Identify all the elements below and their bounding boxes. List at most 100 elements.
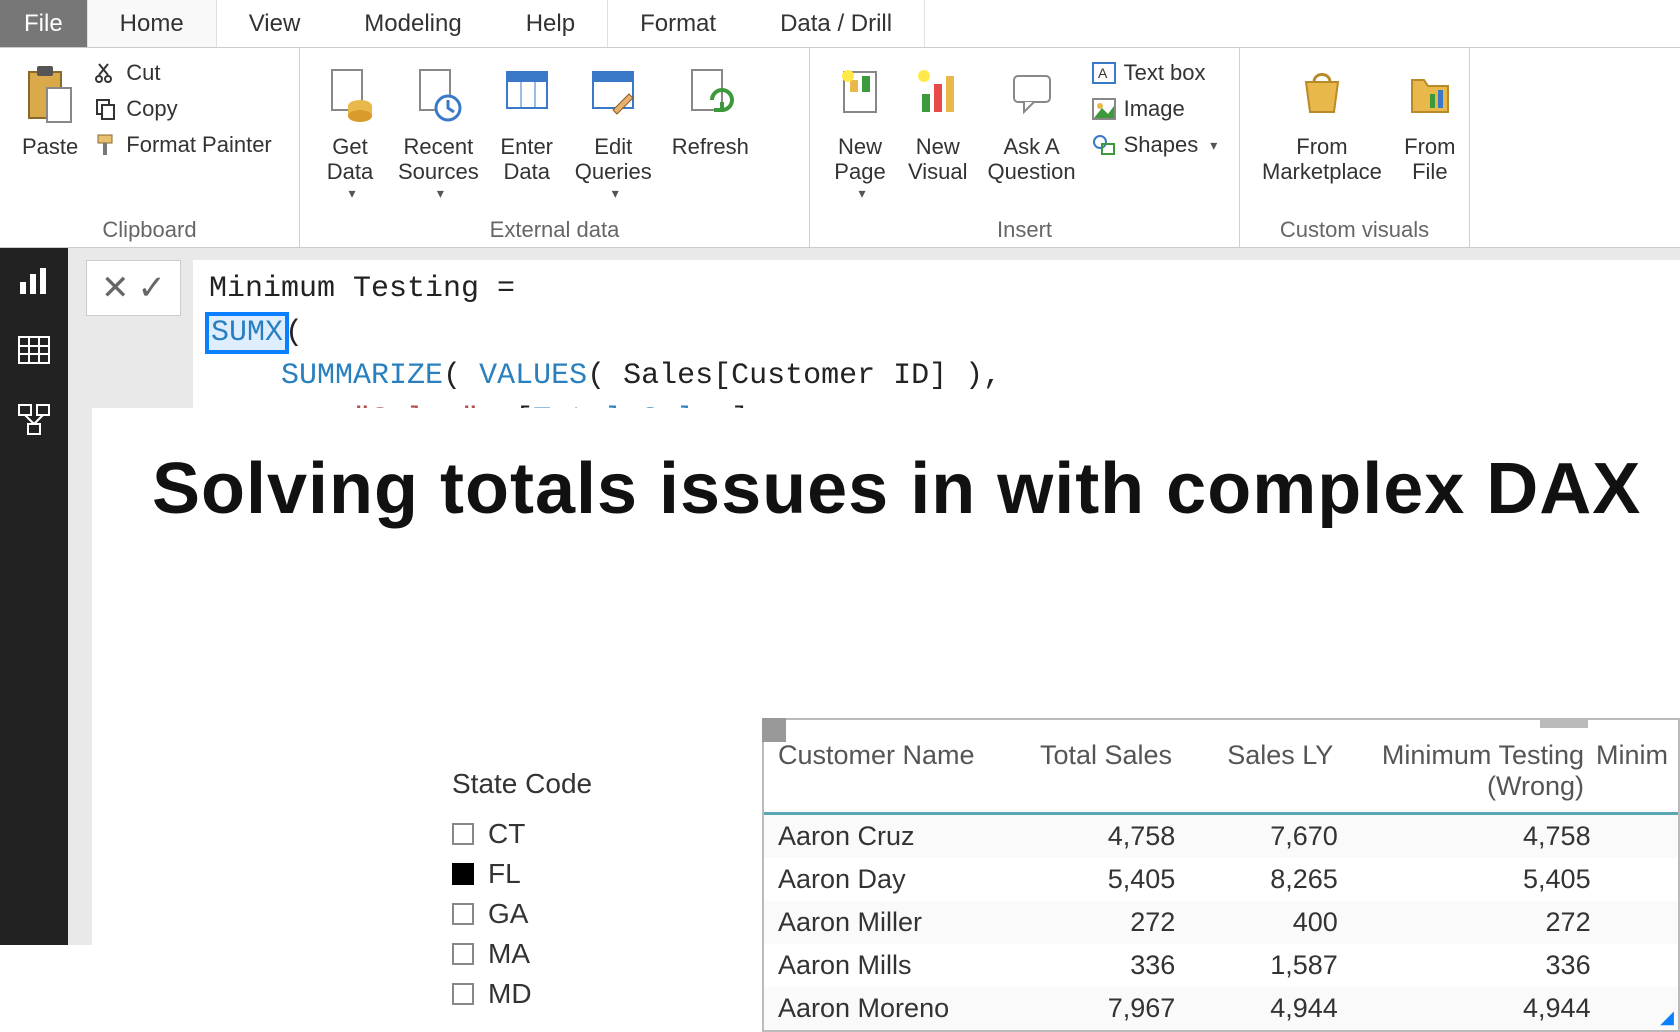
refresh-icon [682, 60, 738, 128]
cell-min-wrong: 5,405 [1338, 864, 1591, 895]
cell-name: Aaron Moreno [778, 993, 1013, 1024]
format-painter-icon [94, 133, 118, 157]
external-data-group-label: External data [312, 213, 797, 243]
edit-queries-button[interactable]: Edit Queries [565, 56, 662, 206]
tab-modeling[interactable]: Modeling [332, 0, 493, 47]
slicer-item[interactable]: CT [452, 818, 732, 850]
cell-min [1591, 907, 1664, 938]
table-drag-handle[interactable] [1540, 718, 1588, 728]
slicer-checkbox[interactable] [452, 903, 474, 925]
paste-button[interactable]: Paste [12, 56, 88, 163]
slicer-item[interactable]: FL [452, 858, 732, 890]
get-data-button[interactable]: Get Data [312, 56, 388, 206]
clipboard-group-label: Clipboard [12, 213, 287, 243]
cut-label: Cut [126, 60, 160, 86]
tab-file[interactable]: File [0, 0, 88, 47]
new-visual-label: New Visual [908, 134, 968, 185]
table-resize-handle-icon[interactable]: ◢ [1660, 1007, 1674, 1028]
new-visual-button[interactable]: New Visual [898, 56, 978, 189]
enter-data-button[interactable]: Enter Data [489, 56, 565, 189]
insert-group-label: Insert [822, 213, 1227, 243]
cell-sales-ly: 8,265 [1175, 864, 1338, 895]
cell-name: Aaron Mills [778, 950, 1013, 981]
formula-commit-button[interactable]: ✓ [138, 271, 167, 305]
slicer-item[interactable]: GA [452, 898, 732, 930]
table-row[interactable]: Aaron Moreno7,9674,9444,944 [764, 987, 1678, 1030]
new-page-icon [832, 60, 888, 128]
col-header-sales-ly[interactable]: Sales LY [1172, 740, 1333, 802]
image-label: Image [1124, 96, 1185, 122]
shapes-icon [1092, 134, 1116, 156]
slicer-item-label: GA [488, 898, 528, 930]
col-header-total-sales[interactable]: Total Sales [1011, 740, 1172, 802]
col-header-min[interactable]: Minim [1584, 740, 1664, 802]
cell-sales-ly: 7,670 [1175, 821, 1338, 852]
format-painter-button[interactable]: Format Painter [94, 132, 272, 158]
table-row[interactable]: Aaron Day5,4058,2655,405 [764, 858, 1678, 901]
image-button[interactable]: Image [1092, 96, 1218, 122]
shapes-button[interactable]: Shapes [1092, 132, 1218, 158]
from-file-label: From File [1404, 134, 1455, 185]
model-view-icon[interactable] [16, 402, 52, 438]
menu-tabs: File Home View Modeling Help Format Data… [0, 0, 1680, 48]
cell-name: Aaron Day [778, 864, 1013, 895]
get-data-icon [322, 60, 378, 128]
formula-cancel-button[interactable]: ✕ [101, 271, 130, 305]
new-page-button[interactable]: New Page [822, 56, 898, 206]
ask-question-button[interactable]: Ask A Question [978, 56, 1086, 189]
cell-total-sales: 336 [1013, 950, 1176, 981]
slicer-checkbox[interactable] [452, 823, 474, 845]
ribbon-group-clipboard: Paste Cut Copy Format Painter Clipboard [0, 48, 300, 247]
refresh-button[interactable]: Refresh [662, 56, 759, 163]
from-marketplace-label: From Marketplace [1262, 134, 1382, 185]
recent-sources-icon [410, 60, 466, 128]
copy-button[interactable]: Copy [94, 96, 272, 122]
new-visual-icon [910, 60, 966, 128]
from-file-button[interactable]: From File [1392, 56, 1468, 189]
col-header-name[interactable]: Customer Name [778, 740, 1011, 802]
report-canvas: Solving totals issues in with complex DA… [92, 408, 1680, 945]
slicer-item[interactable]: MA [452, 938, 732, 970]
slicer-checkbox[interactable] [452, 863, 474, 885]
slicer-item[interactable]: MD [452, 978, 732, 1010]
cut-button[interactable]: Cut [94, 60, 272, 86]
slicer-checkbox[interactable] [452, 943, 474, 965]
image-icon [1092, 98, 1116, 120]
table-row[interactable]: Aaron Cruz4,7587,6704,758 [764, 815, 1678, 858]
col-header-min-wrong[interactable]: Minimum Testing (Wrong) [1333, 740, 1584, 802]
recent-sources-button[interactable]: Recent Sources [388, 56, 489, 206]
tab-help[interactable]: Help [494, 0, 608, 47]
ribbon: Paste Cut Copy Format Painter Clipboard [0, 48, 1680, 248]
slicer-title: State Code [452, 768, 732, 800]
data-view-icon[interactable] [16, 332, 52, 368]
results-table[interactable]: Customer Name Total Sales Sales LY Minim… [762, 718, 1680, 1032]
ribbon-group-custom-visuals: From Marketplace From File Custom visual… [1240, 48, 1470, 247]
state-code-slicer[interactable]: State Code CT FL GA MA MD [452, 768, 732, 1018]
tab-format[interactable]: Format [608, 0, 748, 47]
tab-data-drill[interactable]: Data / Drill [748, 0, 925, 47]
table-row[interactable]: Aaron Mills3361,587336 [764, 944, 1678, 987]
svg-text:A: A [1098, 65, 1108, 81]
slicer-item-label: MD [488, 978, 532, 1010]
cell-min [1591, 864, 1664, 895]
tab-home[interactable]: Home [88, 0, 217, 47]
from-file-icon [1402, 60, 1458, 128]
edit-queries-label: Edit Queries [575, 134, 652, 185]
slicer-item-label: FL [488, 858, 521, 890]
ribbon-group-insert: New Page New Visual Ask A Question A Tex… [810, 48, 1240, 247]
text-box-button[interactable]: A Text box [1092, 60, 1218, 86]
slicer-item-label: CT [488, 818, 525, 850]
cell-min [1591, 950, 1664, 981]
paste-icon [22, 60, 78, 128]
new-page-label: New Page [834, 134, 885, 185]
table-resize-corner[interactable] [762, 718, 786, 742]
ribbon-group-external-data: Get Data Recent Sources Enter Data Edit … [300, 48, 810, 247]
tab-view[interactable]: View [217, 0, 333, 47]
table-row[interactable]: Aaron Miller272400272 [764, 901, 1678, 944]
slicer-checkbox[interactable] [452, 983, 474, 1005]
report-view-icon[interactable] [16, 262, 52, 298]
format-painter-label: Format Painter [126, 132, 272, 158]
from-marketplace-button[interactable]: From Marketplace [1252, 56, 1392, 189]
enter-data-icon [499, 60, 555, 128]
cell-total-sales: 7,967 [1013, 993, 1176, 1024]
